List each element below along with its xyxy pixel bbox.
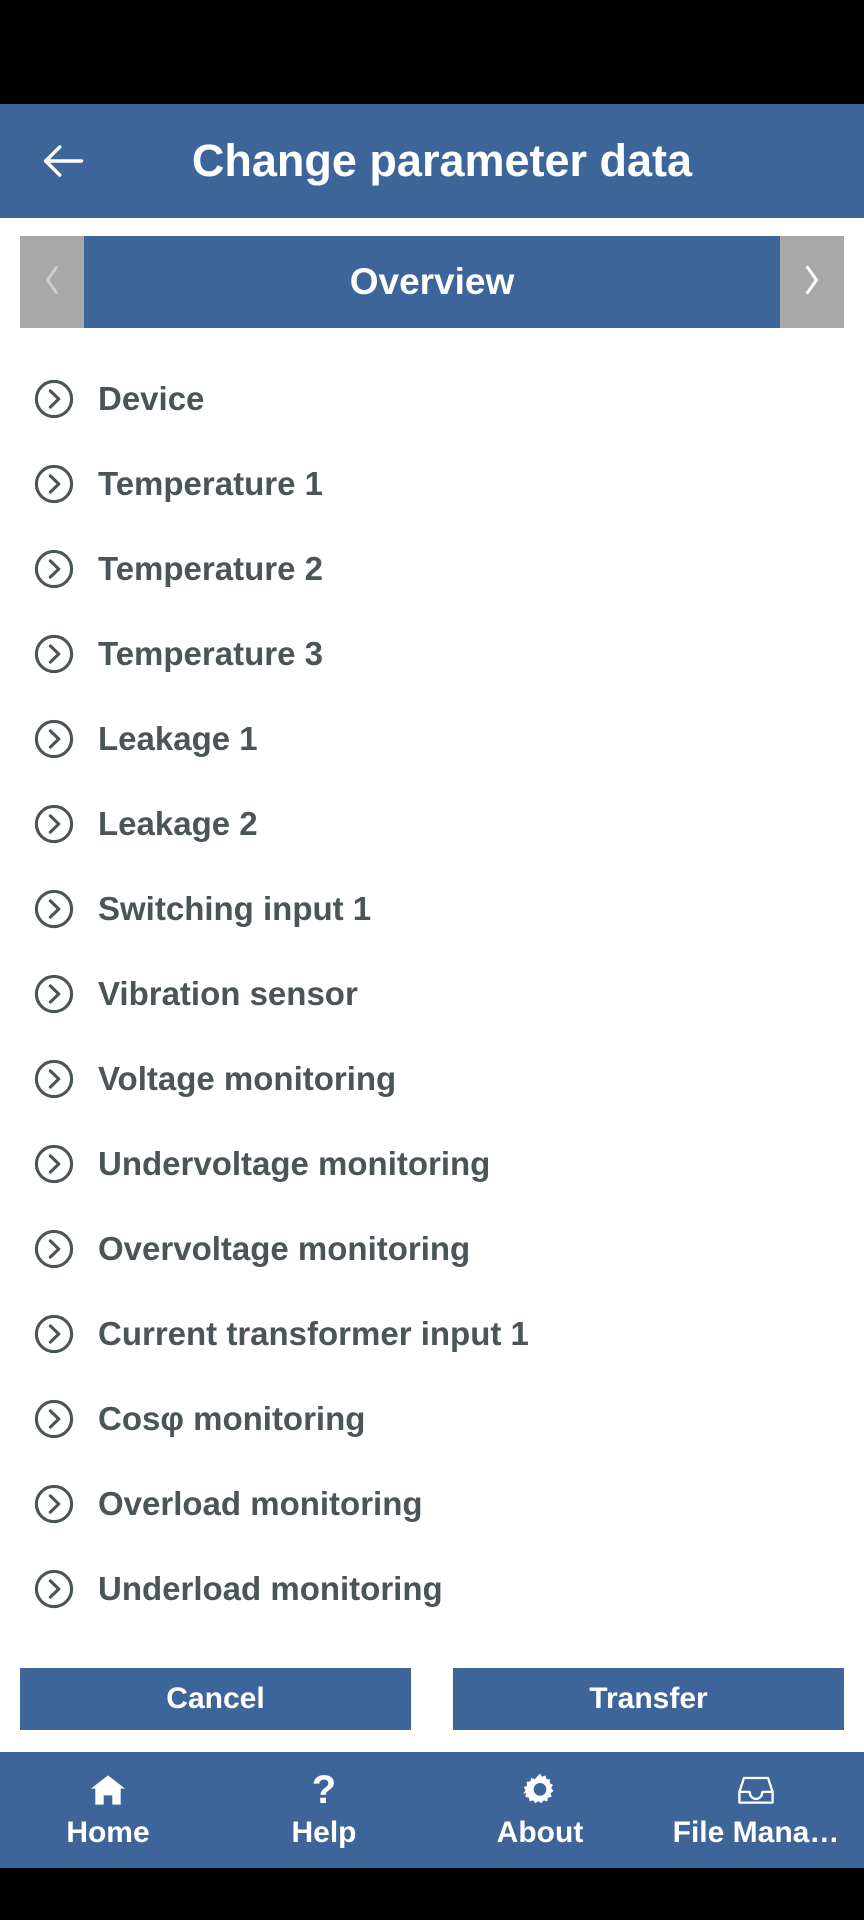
- app-bar: Change parameter data: [0, 104, 864, 218]
- chevron-right-circle-icon: [32, 377, 76, 421]
- chevron-right-circle-icon: [32, 802, 76, 846]
- section-pager: Overview: [20, 236, 844, 328]
- list-item[interactable]: Leakage 1: [0, 696, 864, 781]
- list-item[interactable]: Leakage 2: [0, 781, 864, 866]
- content-area: Overview Device Temperature 1 Temperatur…: [0, 218, 864, 1752]
- transfer-button[interactable]: Transfer: [453, 1668, 844, 1730]
- nav-item-home[interactable]: Home: [0, 1752, 216, 1868]
- chevron-right-circle-icon: [32, 462, 76, 506]
- cancel-button[interactable]: Cancel: [20, 1668, 411, 1730]
- chevron-right-circle-icon: [32, 1397, 76, 1441]
- list-item-label: Overvoltage monitoring: [98, 1229, 471, 1267]
- phone-screen: Change parameter data Overview Device Te…: [0, 0, 864, 1920]
- pager-prev-button[interactable]: [20, 236, 84, 328]
- list-item-label: Leakage 2: [98, 804, 258, 842]
- list-item-label: Underload monitoring: [98, 1569, 443, 1607]
- chevron-right-circle-icon: [32, 1142, 76, 1186]
- back-button[interactable]: [34, 132, 92, 190]
- list-item[interactable]: Device: [0, 356, 864, 441]
- chevron-right-circle-icon: [32, 972, 76, 1016]
- chevron-right-circle-icon: [32, 1567, 76, 1611]
- page-title: Change parameter data: [191, 135, 693, 186]
- chevron-right-circle-icon: [32, 1227, 76, 1271]
- list-item[interactable]: Cosφ monitoring: [0, 1376, 864, 1461]
- question-mark-icon: ?: [311, 1768, 337, 1812]
- list-item-label: Current transformer input 1: [98, 1314, 529, 1352]
- list-item[interactable]: Undervoltage monitoring: [0, 1121, 864, 1206]
- chevron-right-icon: [801, 262, 823, 303]
- chevron-right-circle-icon: [32, 1482, 76, 1526]
- list-item-label: Temperature 1: [98, 464, 323, 502]
- chevron-left-icon: [41, 262, 63, 303]
- system-navigation-bar: [0, 1868, 864, 1920]
- list-item[interactable]: Temperature 2: [0, 526, 864, 611]
- parameter-list: Device Temperature 1 Temperature 2 Tempe…: [0, 328, 864, 1658]
- action-bar: Cancel Transfer: [0, 1658, 864, 1752]
- list-item[interactable]: Overload monitoring: [0, 1461, 864, 1546]
- arrow-left-icon: [37, 135, 89, 187]
- nav-item-about[interactable]: About: [432, 1752, 648, 1868]
- chevron-right-circle-icon: [32, 1312, 76, 1356]
- nav-label-help: Help: [291, 1816, 357, 1849]
- inbox-tray-icon: [736, 1770, 776, 1810]
- list-item-label: Undervoltage monitoring: [98, 1144, 491, 1182]
- status-bar: [0, 0, 864, 104]
- list-item[interactable]: Temperature 3: [0, 611, 864, 696]
- list-item-label: Voltage monitoring: [98, 1059, 397, 1097]
- list-item-label: Device: [98, 379, 205, 417]
- list-item[interactable]: Switching input 1: [0, 866, 864, 951]
- nav-item-help[interactable]: ? Help: [216, 1752, 432, 1868]
- list-item[interactable]: Current transformer input 1: [0, 1291, 864, 1376]
- list-item[interactable]: Vibration sensor: [0, 951, 864, 1036]
- list-item[interactable]: Overvoltage monitoring: [0, 1206, 864, 1291]
- list-item-label: Temperature 3: [98, 634, 323, 672]
- list-item-label: Overload monitoring: [98, 1484, 423, 1522]
- list-item-label: Leakage 1: [98, 719, 258, 757]
- list-item-label: Cosφ monitoring: [98, 1399, 366, 1437]
- nav-label-home: Home: [66, 1816, 150, 1849]
- chevron-right-circle-icon: [32, 717, 76, 761]
- pager-next-button[interactable]: [780, 236, 844, 328]
- chevron-right-circle-icon: [32, 887, 76, 931]
- gear-icon: [521, 1770, 559, 1810]
- chevron-right-circle-icon: [32, 547, 76, 591]
- list-item-label: Switching input 1: [98, 889, 372, 927]
- nav-item-file-manager[interactable]: File Mana…: [648, 1752, 864, 1868]
- list-item[interactable]: Temperature 1: [0, 441, 864, 526]
- nav-label-file-manager: File Mana…: [672, 1816, 840, 1849]
- list-item[interactable]: Voltage monitoring: [0, 1036, 864, 1121]
- bottom-navigation: Home ? Help About File Mana…: [0, 1752, 864, 1868]
- chevron-right-circle-icon: [32, 632, 76, 676]
- home-icon: [88, 1770, 128, 1810]
- pager-title: Overview: [84, 236, 780, 328]
- list-item-label: Vibration sensor: [98, 974, 358, 1012]
- list-item[interactable]: Underload monitoring: [0, 1546, 864, 1631]
- chevron-right-circle-icon: [32, 1057, 76, 1101]
- list-item-label: Temperature 2: [98, 549, 323, 587]
- nav-label-about: About: [496, 1816, 584, 1849]
